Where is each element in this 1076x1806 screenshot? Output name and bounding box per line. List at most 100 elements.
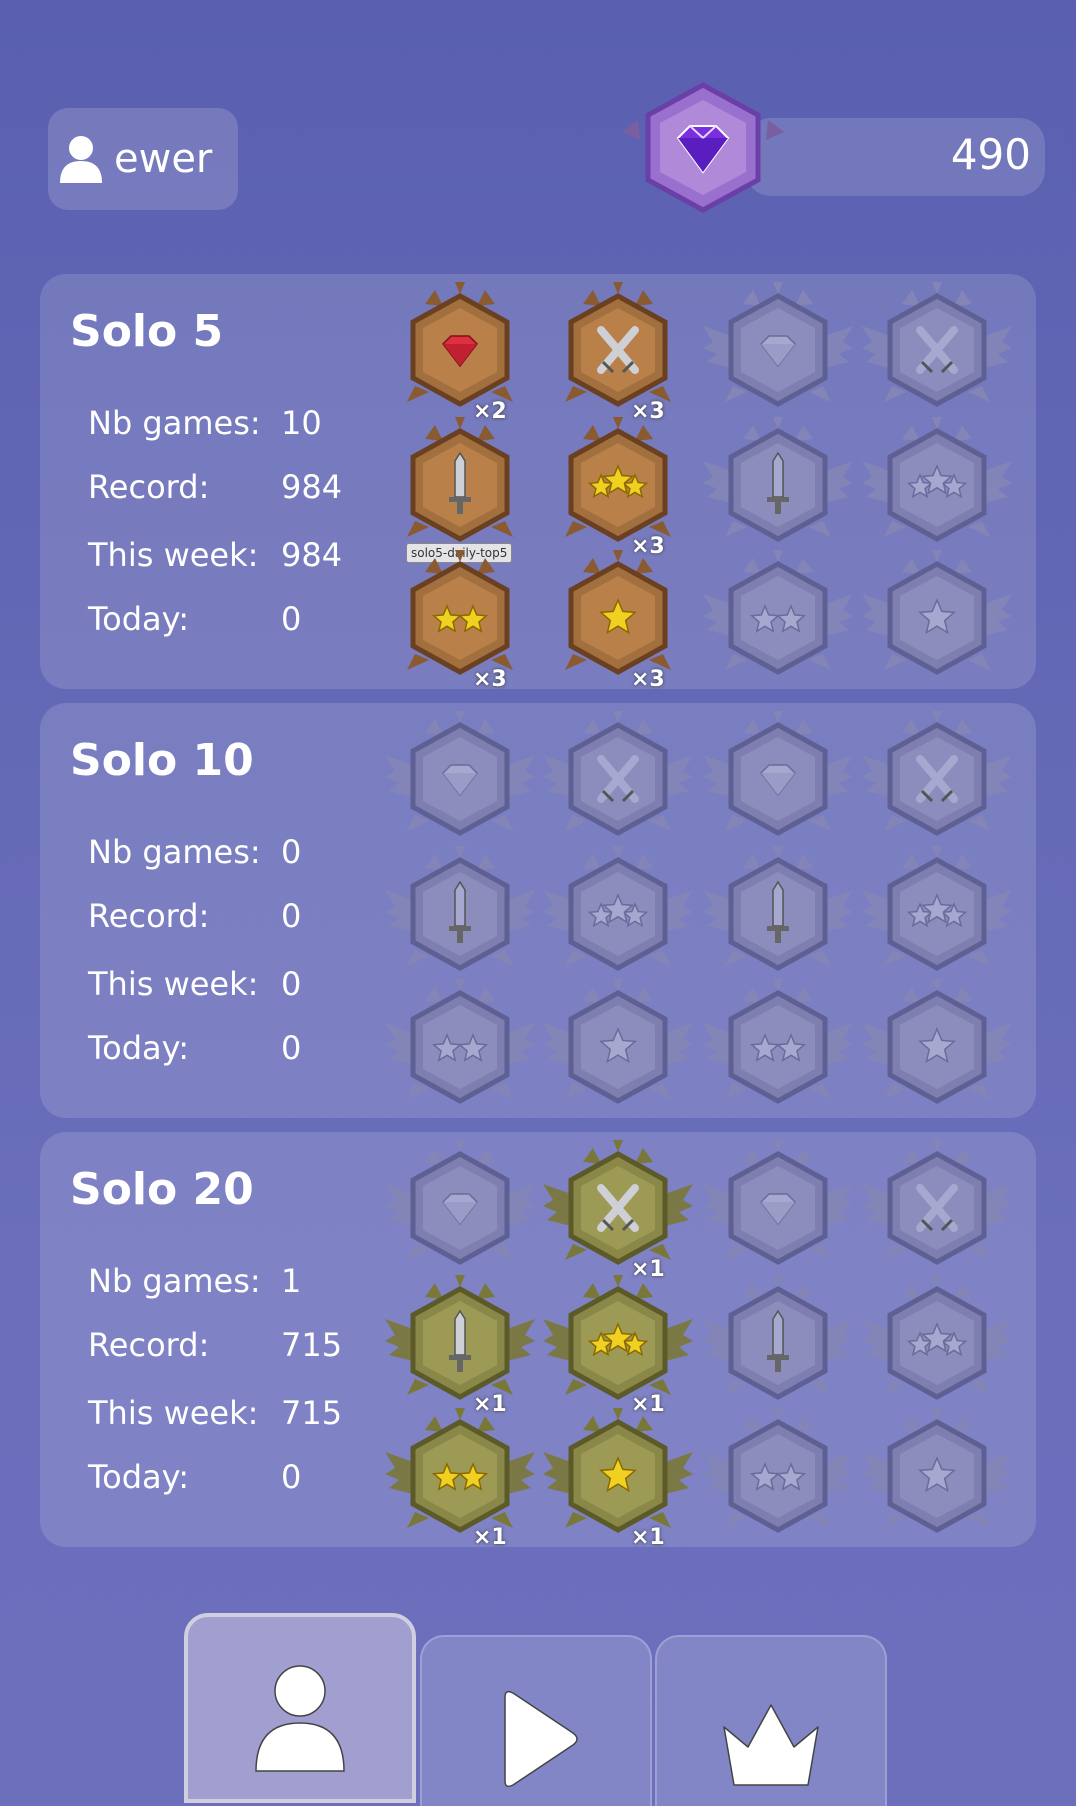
medal-swords-medal-bronze[interactable]: ×3 — [543, 282, 693, 424]
two-stars-medal-icon — [703, 550, 853, 675]
swords-medal-icon — [543, 1140, 693, 1265]
stat-value: 0 — [281, 897, 302, 935]
user-icon — [60, 136, 102, 183]
stat-label: Today: — [88, 1029, 189, 1067]
medal-swords-medal-locked[interactable] — [862, 282, 1012, 416]
stat-label: Nb games: — [88, 1262, 261, 1300]
section-title: Solo 10 — [70, 735, 254, 786]
stat-row-nb-games: Nb games: 0 — [88, 833, 301, 871]
swords-medal-icon — [862, 1140, 1012, 1265]
medal-three-stars-medal-locked[interactable] — [543, 846, 693, 980]
medal-sword-medal-olive[interactable]: ×1 — [385, 1275, 535, 1417]
medal-count: ×3 — [473, 667, 507, 692]
medal-swords-medal-olive[interactable]: ×1 — [543, 1140, 693, 1282]
medal-two-stars-medal-locked[interactable] — [703, 550, 853, 684]
medal-sword-medal-locked[interactable] — [385, 846, 535, 980]
medal-sword-medal-locked[interactable] — [703, 846, 853, 980]
stat-value: 715 — [281, 1326, 343, 1364]
section-card-solo-20: Solo 20 Nb games: 1 Record: 715 This week: 715… — [40, 1132, 1036, 1550]
gem-medal-icon — [703, 711, 853, 836]
medal-two-stars-medal-locked[interactable] — [385, 979, 535, 1113]
medal-gem-medal-locked[interactable] — [385, 711, 535, 845]
stat-value: 0 — [281, 1458, 302, 1496]
medal-sword-medal-locked[interactable] — [703, 417, 853, 551]
medal-one-star-medal-locked[interactable] — [862, 1408, 1012, 1542]
gem-medal-icon — [703, 282, 853, 407]
stat-row-today: Today: 0 — [88, 600, 301, 638]
medal-one-star-medal-bronze[interactable]: ×3 — [543, 550, 693, 692]
medal-gem-medal-locked[interactable] — [703, 711, 853, 845]
three-stars-medal-icon — [565, 417, 671, 542]
two-stars-medal-icon — [385, 1408, 535, 1533]
stat-value: 0 — [281, 600, 302, 638]
tab-profile[interactable] — [184, 1613, 416, 1803]
medal-grid — [385, 703, 1025, 1118]
medal-sword-medal-bronze[interactable]: solo5-daily-top5 — [385, 417, 535, 563]
medal-two-stars-medal-locked[interactable] — [703, 979, 853, 1113]
medal-three-stars-medal-bronze[interactable]: ×3 — [543, 417, 693, 559]
stat-value: 715 — [281, 1394, 343, 1432]
section-title: Solo 20 — [70, 1164, 254, 1215]
two-stars-medal-icon — [385, 979, 535, 1104]
stat-row-this-week: This week: 0 — [88, 965, 301, 1003]
medal-one-star-medal-locked[interactable] — [862, 979, 1012, 1113]
one-star-medal-icon — [862, 550, 1012, 675]
stat-row-record: Record: 715 — [88, 1326, 342, 1364]
medal-three-stars-medal-locked[interactable] — [862, 1275, 1012, 1409]
medal-sword-medal-locked[interactable] — [703, 1275, 853, 1409]
swords-medal-icon — [862, 282, 1012, 407]
crown-icon — [723, 1704, 819, 1786]
medal-grid: ×2 ×3 ×3 ×3 ×3 — [385, 274, 1025, 692]
stat-value: 10 — [281, 404, 322, 442]
three-stars-medal-icon — [862, 846, 1012, 971]
stat-label: This week: — [88, 1394, 259, 1432]
section-card-solo-5: Solo 5 Nb games: 10 Record: 984 This week: 984… — [40, 274, 1036, 692]
stat-label: Nb games: — [88, 833, 261, 871]
stat-row-record: Record: 0 — [88, 897, 301, 935]
three-stars-medal-icon — [543, 846, 693, 971]
gem-medal-icon — [407, 282, 513, 407]
medal-three-stars-medal-locked[interactable] — [862, 417, 1012, 551]
profile-icon — [255, 1665, 345, 1772]
medal-swords-medal-locked[interactable] — [862, 1140, 1012, 1274]
user-profile-chip[interactable]: ewer — [48, 108, 238, 210]
medal-two-stars-medal-bronze[interactable]: ×3 — [385, 550, 535, 692]
three-stars-medal-icon — [862, 417, 1012, 542]
medal-swords-medal-locked[interactable] — [862, 711, 1012, 845]
gem-medal-icon — [703, 1140, 853, 1265]
stat-label: Record: — [88, 897, 210, 935]
medal-one-star-medal-locked[interactable] — [862, 550, 1012, 684]
stat-row-nb-games: Nb games: 1 — [88, 1262, 301, 1300]
medal-count: ×1 — [631, 1525, 665, 1550]
medal-gem-medal-bronze[interactable]: ×2 — [385, 282, 535, 424]
stat-row-this-week: This week: 715 — [88, 1394, 342, 1432]
stat-value: 984 — [281, 468, 343, 506]
stat-row-today: Today: 0 — [88, 1029, 301, 1067]
tab-play[interactable] — [420, 1635, 652, 1806]
swords-medal-icon — [862, 711, 1012, 836]
three-stars-medal-icon — [543, 1275, 693, 1400]
medal-one-star-medal-olive[interactable]: ×1 — [543, 1408, 693, 1550]
medal-three-stars-medal-locked[interactable] — [862, 846, 1012, 980]
stat-label: Record: — [88, 468, 210, 506]
stat-label: Today: — [88, 1458, 189, 1496]
medal-three-stars-medal-olive[interactable]: ×1 — [543, 1275, 693, 1417]
stat-label: This week: — [88, 536, 259, 574]
medal-gem-medal-locked[interactable] — [703, 282, 853, 416]
sword-medal-icon — [703, 1275, 853, 1400]
stat-row-this-week: This week: 984 — [88, 536, 342, 574]
tab-leaderboard[interactable] — [655, 1635, 887, 1806]
stat-row-nb-games: Nb games: 10 — [88, 404, 322, 442]
medal-two-stars-medal-olive[interactable]: ×1 — [385, 1408, 535, 1550]
purple-gem-icon — [622, 82, 784, 213]
medal-swords-medal-locked[interactable] — [543, 711, 693, 845]
one-star-medal-icon — [543, 979, 693, 1104]
medal-grid: ×1 ×1 ×1 ×1 ×1 — [385, 1132, 1025, 1550]
medal-two-stars-medal-locked[interactable] — [703, 1408, 853, 1542]
medal-gem-medal-locked[interactable] — [703, 1140, 853, 1274]
section-card-solo-10: Solo 10 Nb games: 0 Record: 0 This week: 0 Toda… — [40, 703, 1036, 1118]
medal-gem-medal-locked[interactable] — [385, 1140, 535, 1274]
stat-label: Record: — [88, 1326, 210, 1364]
gem-medal-icon — [385, 711, 535, 836]
medal-one-star-medal-locked[interactable] — [543, 979, 693, 1113]
